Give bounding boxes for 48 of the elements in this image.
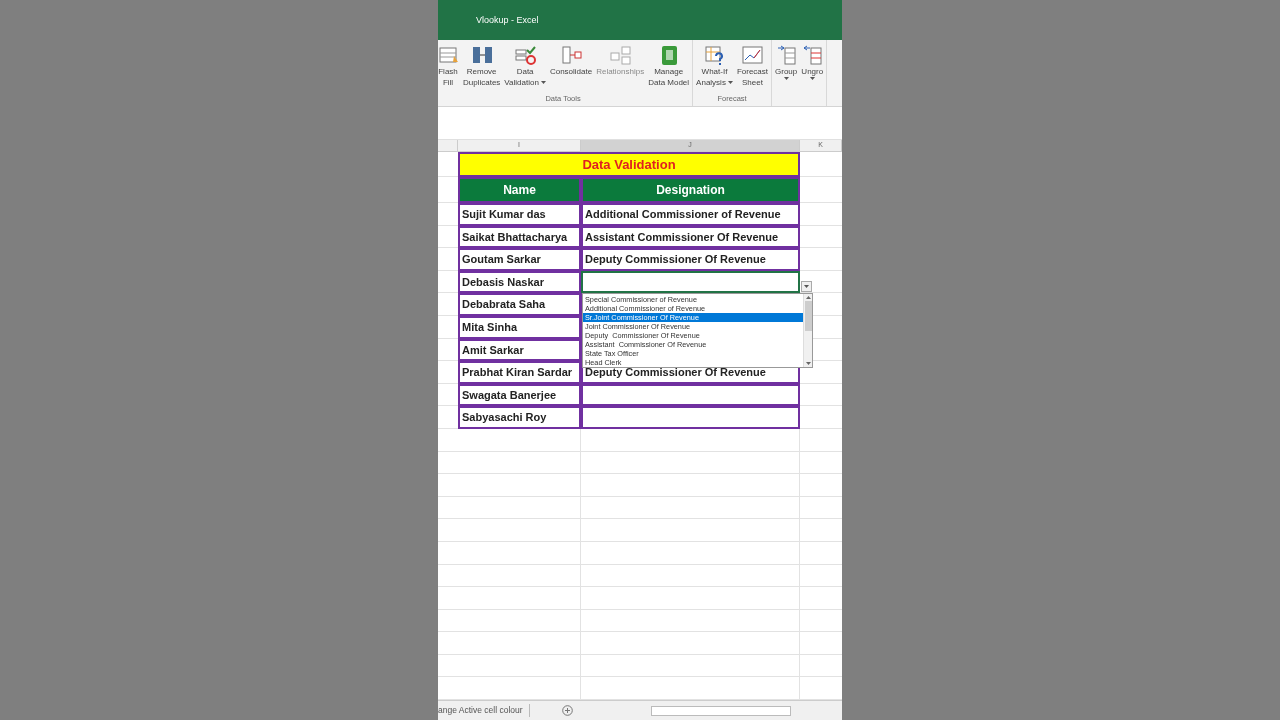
table-cell: Amit Sarkar bbox=[458, 338, 581, 362]
ribbon-button[interactable]: Remove Duplicates bbox=[461, 44, 503, 94]
scroll-down-icon[interactable] bbox=[805, 362, 811, 365]
scroll-up-icon[interactable] bbox=[805, 296, 811, 299]
sheet-tab[interactable]: ange Active cell colour bbox=[438, 704, 530, 717]
linked-tables-icon bbox=[609, 44, 632, 66]
table-title: Data Validation bbox=[458, 152, 800, 177]
table-cell: Mita Sinha bbox=[458, 315, 581, 339]
table-cell: Saikat Bhattacharya bbox=[458, 225, 581, 249]
line-chart-icon bbox=[741, 44, 764, 66]
table-cell[interactable]: Deputy Commissioner Of Revenue bbox=[581, 248, 800, 271]
table-cell[interactable]: Assistant Commissioner Of Revenue bbox=[581, 225, 800, 249]
group-icon bbox=[775, 44, 798, 66]
table-cell[interactable] bbox=[581, 270, 800, 294]
ribbon-button[interactable]: What-If Analysis bbox=[694, 44, 735, 94]
ribbon-button[interactable]: Ungro bbox=[799, 44, 826, 94]
horizontal-scrollbar[interactable] bbox=[650, 705, 791, 716]
columns-icon bbox=[470, 44, 493, 66]
table-cell: Goutam Sarkar bbox=[458, 248, 581, 271]
table-cell: Prabhat Kiran Sardar bbox=[458, 361, 581, 384]
caret-icon bbox=[783, 77, 789, 80]
table-cell[interactable] bbox=[581, 383, 800, 407]
column-heading: Name bbox=[458, 177, 581, 203]
table-cell[interactable]: Additional Commissioner of Revenue bbox=[581, 203, 800, 226]
table-cell: Sujit Kumar das bbox=[458, 203, 581, 226]
window-title: Vlookup - Excel bbox=[476, 15, 539, 25]
ribbon-button[interactable]: Group bbox=[773, 44, 800, 94]
ribbon-button[interactable]: Flash Fill bbox=[438, 44, 461, 94]
table-question-icon bbox=[703, 44, 726, 66]
vertical-scrollbar[interactable] bbox=[803, 294, 812, 367]
table-cell[interactable] bbox=[581, 406, 800, 429]
checklist-icon bbox=[514, 44, 537, 66]
caret-icon bbox=[809, 77, 815, 80]
dropdown-button[interactable] bbox=[801, 281, 812, 292]
table-cell: Sabyasachi Roy bbox=[458, 406, 581, 429]
table-cell: Swagata Banerjee bbox=[458, 383, 581, 407]
ribbon-button[interactable]: Manage Data Model bbox=[646, 44, 692, 94]
ribbon-button[interactable]: Data Validation bbox=[502, 44, 548, 94]
table-cell: Debasis Naskar bbox=[458, 270, 581, 294]
ungroup-icon bbox=[801, 44, 824, 66]
column-heading: Designation bbox=[581, 177, 800, 203]
add-icon[interactable] bbox=[561, 705, 573, 717]
caret-icon bbox=[804, 285, 809, 288]
ribbon-button[interactable]: Consolidate bbox=[547, 44, 595, 94]
table-cell: Debabrata Saha bbox=[458, 293, 581, 316]
caret-icon bbox=[540, 81, 546, 84]
caret-icon bbox=[727, 81, 733, 84]
ribbon-button[interactable]: Forecast Sheet bbox=[734, 44, 771, 94]
